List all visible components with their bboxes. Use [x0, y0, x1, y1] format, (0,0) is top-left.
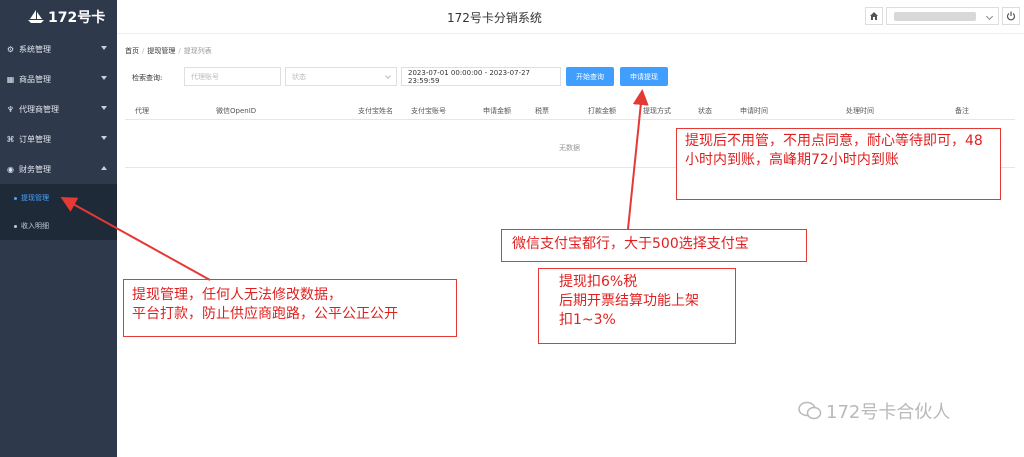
sidebar-item-finance[interactable]: ◉ 财务管理: [0, 154, 117, 184]
chevron-down-icon: [985, 12, 994, 21]
annotation-text-line: 提现扣6%税: [559, 274, 638, 290]
annotation-payment-method: 微信支付宝都行，大于500选择支付宝: [501, 229, 807, 262]
date-range-input[interactable]: 2023-07-01 00:00:00 - 2023-07-27 23:59:5…: [401, 67, 561, 86]
annotation-text: 微信支付宝都行，大于500选择支付宝: [512, 236, 749, 252]
breadcrumb-home[interactable]: 首页: [125, 47, 139, 55]
annotation-tax: 提现扣6%税 后期开票结算功能上架 扣1~3%: [538, 268, 736, 344]
annotation-text-line: 提现管理，任何人无法修改数据，: [132, 287, 342, 303]
agent-account-placeholder: 代理账号: [191, 72, 219, 81]
column-header: 备注: [955, 107, 969, 115]
column-header: 状态: [698, 107, 712, 115]
order-icon: ⌘: [6, 134, 15, 144]
watermark-text: 172号卡合伙人: [826, 402, 951, 423]
sidebar: 172号卡 ⚙ 系统管理 ▦ 商品管理 ♆ 代理商管理 ⌘ 订单管理 ◉ 财务管…: [0, 0, 117, 457]
logout-button[interactable]: [1002, 7, 1020, 25]
bullet-icon: [14, 224, 17, 228]
chevron-down-icon: [385, 73, 391, 79]
column-header: 提现方式: [643, 107, 671, 115]
table-header: 代理 微信OpenID 支付宝姓名 支付宝账号 申请金额 税票 打款金额 提现方…: [125, 100, 1015, 120]
share-icon: ♆: [6, 104, 15, 114]
grid-icon: ▦: [6, 74, 15, 84]
query-button[interactable]: 开始查询: [566, 67, 614, 86]
column-header: 申请时间: [740, 107, 768, 115]
finance-submenu: 提现管理 收入明细: [0, 184, 117, 240]
column-header: 税票: [535, 107, 549, 115]
sidebar-item-label: 代理商管理: [19, 104, 59, 114]
gear-icon: ⚙: [6, 44, 15, 54]
sidebar-subitem-label: 提现管理: [21, 194, 49, 202]
search-label: 检索查询:: [132, 74, 163, 82]
user-dropdown[interactable]: [886, 7, 999, 25]
chevron-down-icon: [101, 106, 107, 110]
wechat-icon: [798, 401, 822, 420]
sidebar-subitem-income[interactable]: 收入明细: [0, 212, 117, 240]
sidebar-subitem-label: 收入明细: [21, 222, 49, 230]
sidebar-item-label: 订单管理: [19, 134, 51, 144]
empty-table-text: 无数据: [559, 144, 580, 152]
top-header: 172号卡分销系统: [117, 0, 1024, 34]
column-header: 支付宝账号: [411, 107, 446, 115]
chevron-down-icon: [101, 76, 107, 80]
chevron-down-icon: [101, 136, 107, 140]
column-header: 打款金额: [588, 107, 616, 115]
brand-name: 172号卡: [48, 10, 106, 26]
home-icon: [870, 12, 878, 20]
coin-icon: ◉: [7, 164, 14, 174]
agent-account-input[interactable]: 代理账号: [184, 67, 281, 86]
sidebar-item-label: 系统管理: [19, 44, 51, 54]
sidebar-item-label: 财务管理: [19, 164, 51, 174]
chevron-down-icon: [101, 46, 107, 50]
sidebar-item-agents[interactable]: ♆ 代理商管理: [0, 94, 117, 124]
annotation-withdraw-management: 提现管理，任何人无法修改数据， 平台打款，防止供应商跑路，公平公正公开: [123, 279, 457, 337]
status-select[interactable]: 状态: [285, 67, 397, 86]
bullet-icon: [14, 196, 17, 200]
annotation-text-line: 扣1~3%: [559, 312, 616, 328]
home-button[interactable]: [865, 7, 883, 25]
breadcrumb-current: 提现列表: [183, 47, 212, 55]
column-header: 支付宝姓名: [358, 107, 393, 115]
column-header: 处理时间: [846, 107, 874, 115]
sidebar-item-system[interactable]: ⚙ 系统管理: [0, 34, 117, 64]
chevron-up-icon: [101, 166, 107, 170]
annotation-auto-payout: 提现后不用管，不用点同意，耐心等待即可，48小时内到账，高峰期72小时内到账: [676, 128, 1001, 200]
blurred-username: [894, 12, 976, 21]
power-icon: [1006, 11, 1016, 21]
column-header: 代理: [135, 107, 149, 115]
watermark: 172号卡合伙人: [798, 398, 950, 424]
column-header: 微信OpenID: [216, 107, 257, 115]
sidebar-item-products[interactable]: ▦ 商品管理: [0, 64, 117, 94]
brand-logo[interactable]: 172号卡: [0, 0, 117, 34]
annotation-text-line: 平台打款，防止供应商跑路，公平公正公开: [132, 306, 398, 322]
page-title: 172号卡分销系统: [447, 11, 542, 25]
status-placeholder: 状态: [292, 72, 306, 81]
sidebar-item-orders[interactable]: ⌘ 订单管理: [0, 124, 117, 154]
breadcrumb: 首页 / 提现管理 / 提现列表: [125, 47, 212, 55]
sidebar-subitem-withdraw[interactable]: 提现管理: [0, 184, 117, 212]
annotation-text-line: 后期开票结算功能上架: [559, 293, 699, 309]
annotation-text: 提现后不用管，不用点同意，耐心等待即可，48小时内到账，高峰期72小时内到账: [685, 133, 983, 168]
column-header: 申请金额: [483, 107, 511, 115]
boat-logo-icon: [28, 10, 44, 23]
sidebar-item-label: 商品管理: [19, 74, 51, 84]
breadcrumb-section[interactable]: 提现管理: [147, 47, 175, 55]
apply-withdraw-button[interactable]: 申请提现: [620, 67, 668, 86]
date-range-value: 2023-07-01 00:00:00 - 2023-07-27 23:59:5…: [408, 68, 531, 85]
